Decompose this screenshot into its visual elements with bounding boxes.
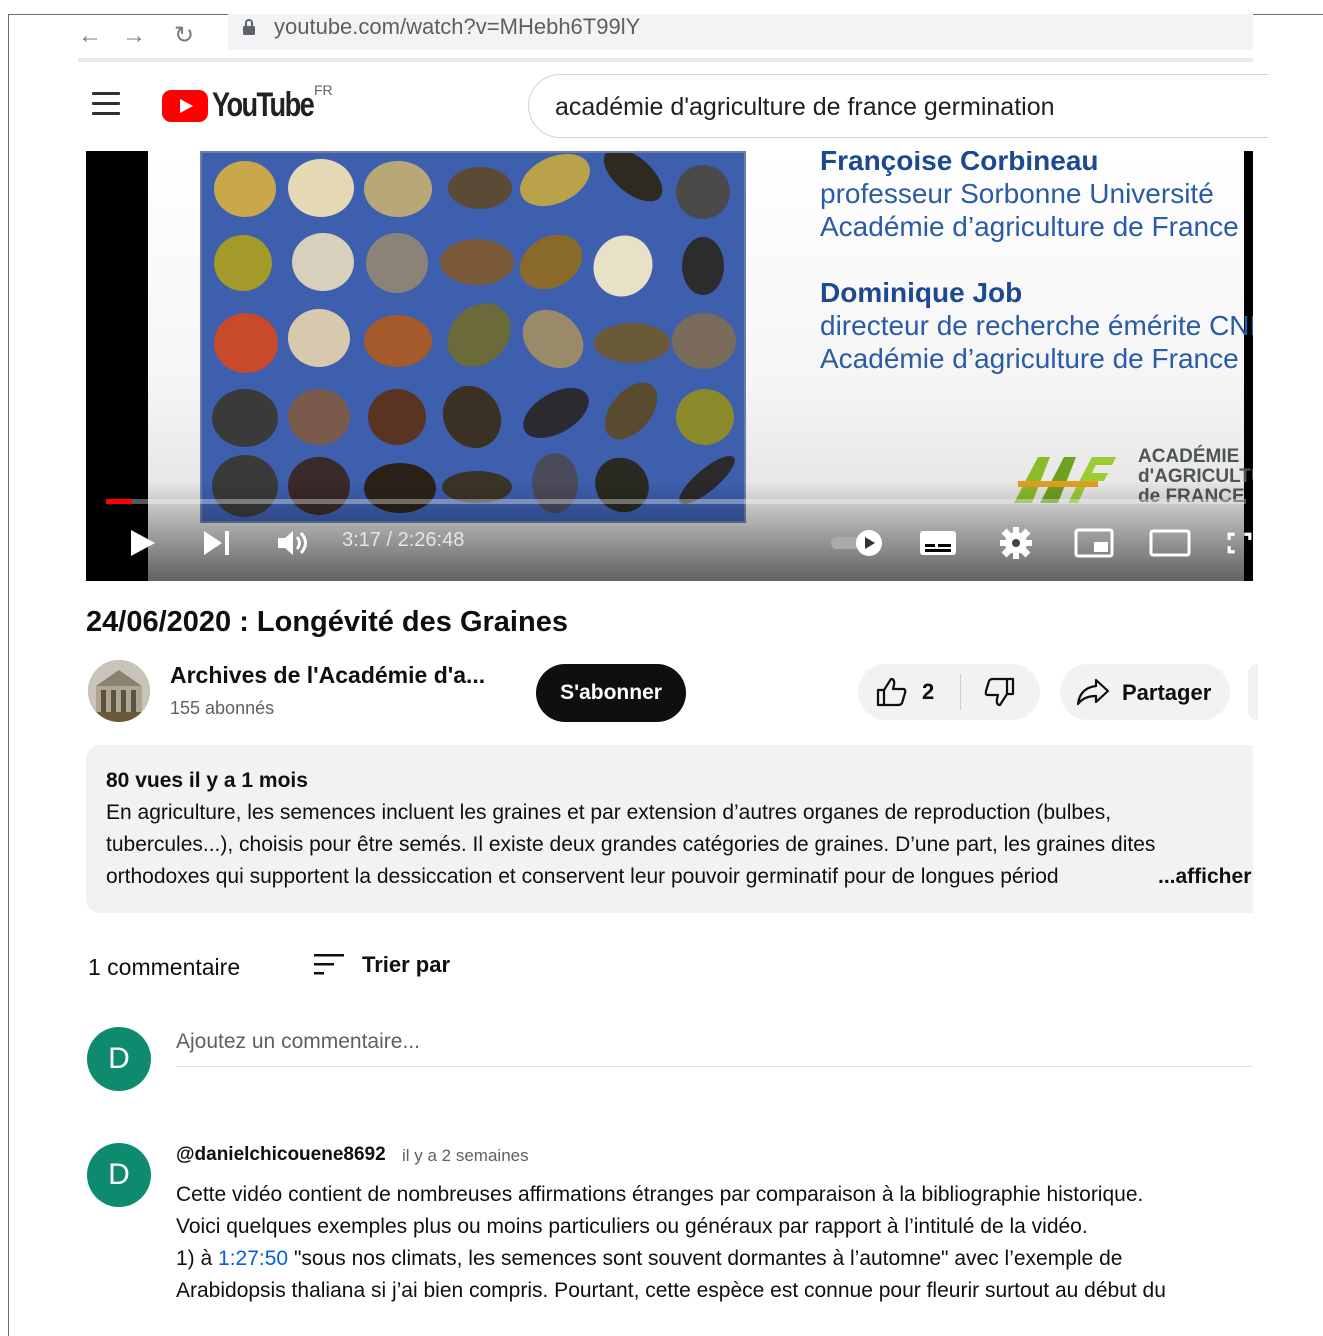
- comment-line-3-suffix: "sous nos climats, les semences sont sou…: [288, 1247, 1123, 1270]
- description-line-2: tubercules...), choisis pour être semés.…: [106, 833, 1156, 856]
- channel-name[interactable]: Archives de l'Académie d'a...: [170, 662, 485, 689]
- comment-text-line-4: Arabidopsis thaliana si j’ai bien compri…: [176, 1279, 1166, 1302]
- comment-text-line-2: Voici quelques exemples plus ou moins pa…: [176, 1215, 1088, 1238]
- play-icon: [131, 530, 155, 556]
- youtube-header: YouTube FR académie d'agriculture de fra…: [78, 64, 1268, 148]
- country-code: FR: [314, 82, 333, 98]
- slide-org-2: Académie d’agriculture de France: [820, 343, 1239, 374]
- back-arrow-icon[interactable]: ←: [78, 24, 102, 48]
- subtitles-icon: [920, 531, 956, 555]
- search-query-text: académie d'agriculture de france germina…: [555, 93, 1055, 121]
- sort-icon[interactable]: [314, 952, 344, 978]
- progress-bar[interactable]: [106, 499, 1246, 504]
- video-player[interactable]: Françoise Corbineau professeur Sorbonne …: [86, 151, 1253, 581]
- more-actions-button[interactable]: [1248, 664, 1258, 720]
- add-comment-underline: [176, 1066, 1253, 1067]
- slide-name-1: Françoise Corbineau: [820, 151, 1099, 176]
- volume-button[interactable]: [274, 523, 314, 563]
- share-arrow-icon: [1076, 678, 1110, 706]
- slide-name-2: Dominique Job: [820, 277, 1023, 308]
- comment-author[interactable]: @danielchicouene8692: [176, 1144, 386, 1166]
- settings-button[interactable]: [996, 523, 1036, 563]
- share-button[interactable]: Partager: [1060, 664, 1230, 720]
- view-count-and-date: 80 vues il y a 1 mois: [106, 769, 308, 792]
- subtitles-button[interactable]: [918, 523, 958, 563]
- thumbs-up-icon: [876, 677, 907, 707]
- subscribe-button[interactable]: S'abonner: [536, 664, 686, 722]
- commenter-avatar[interactable]: D: [87, 1143, 151, 1207]
- skip-next-icon: [204, 531, 229, 555]
- autoplay-toggle[interactable]: [828, 523, 888, 563]
- share-label: Partager: [1122, 680, 1212, 705]
- search-input[interactable]: académie d'agriculture de france germina…: [528, 74, 1268, 138]
- building-icon: [88, 660, 150, 722]
- comment-time[interactable]: il y a 2 semaines: [402, 1146, 529, 1166]
- browser-divider: [78, 58, 1253, 62]
- like-dislike-group: 2: [858, 664, 1040, 720]
- browser-toolbar: ← → ↻ youtube.com/watch?v=MHebh6T99lY: [78, 14, 1253, 60]
- comment-text-line-1: Cette vidéo contient de nombreuses affir…: [176, 1183, 1144, 1206]
- comment-line-3-prefix: 1) à: [176, 1247, 219, 1270]
- theater-mode-button[interactable]: [1148, 523, 1192, 563]
- slide-title-2: directeur de recherche émérite CNRS: [820, 310, 1253, 341]
- like-button[interactable]: 2: [858, 664, 960, 720]
- miniplayer-icon: [1074, 528, 1114, 558]
- like-count: 2: [922, 679, 935, 704]
- autoplay-toggle-icon: [831, 530, 882, 556]
- theater-mode-icon: [1149, 529, 1191, 557]
- video-title: 24/06/2020 : Longévité des Graines: [86, 606, 568, 638]
- time-display: 3:17 / 2:26:48: [342, 529, 465, 551]
- next-button[interactable]: [200, 523, 234, 563]
- play-button[interactable]: [126, 523, 160, 563]
- current-user-avatar[interactable]: D: [87, 1027, 151, 1091]
- comment-text-line-3: 1) à 1:27:50 "sous nos climats, les seme…: [176, 1247, 1122, 1271]
- miniplayer-button[interactable]: [1072, 523, 1116, 563]
- progress-bar-fill: [106, 499, 133, 504]
- comment-count: 1 commentaire: [88, 954, 241, 980]
- menu-icon[interactable]: [92, 92, 120, 115]
- description-line-1: En agriculture, les semences incluent le…: [106, 801, 1112, 824]
- show-more-link[interactable]: ...afficher p: [1140, 865, 1253, 889]
- volume-icon: [278, 531, 307, 555]
- youtube-wordmark[interactable]: YouTube: [212, 86, 315, 125]
- address-bar[interactable]: youtube.com/watch?v=MHebh6T99lY: [228, 14, 1253, 50]
- sort-by-button[interactable]: Trier par: [362, 952, 450, 978]
- fullscreen-button[interactable]: [1226, 523, 1253, 563]
- seeds-photo: [200, 151, 746, 523]
- description-box[interactable]: 80 vues il y a 1 mois En agriculture, le…: [86, 745, 1253, 913]
- channel-avatar[interactable]: [88, 660, 150, 722]
- dislike-button[interactable]: [961, 664, 1040, 720]
- subscriber-count: 155 abonnés: [170, 698, 275, 718]
- comment-timestamp-link[interactable]: 1:27:50: [218, 1247, 288, 1270]
- forward-arrow-icon[interactable]: →: [122, 24, 146, 48]
- reload-icon[interactable]: ↻: [174, 24, 194, 48]
- gear-icon: [1000, 527, 1032, 559]
- slide-title-1: professeur Sorbonne Université: [820, 178, 1214, 209]
- youtube-play-logo-icon[interactable]: [162, 90, 208, 122]
- lock-icon: [243, 19, 255, 35]
- description-line-3: orthodoxes qui supportent la dessiccatio…: [106, 865, 1059, 888]
- add-comment-input[interactable]: Ajoutez un commentaire...: [176, 1030, 420, 1054]
- thumbs-down-icon: [984, 677, 1015, 707]
- slide-org-1: Académie d’agriculture de France: [820, 211, 1239, 242]
- fullscreen-icon: [1227, 532, 1252, 554]
- url-text: youtube.com/watch?v=MHebh6T99lY: [274, 14, 641, 39]
